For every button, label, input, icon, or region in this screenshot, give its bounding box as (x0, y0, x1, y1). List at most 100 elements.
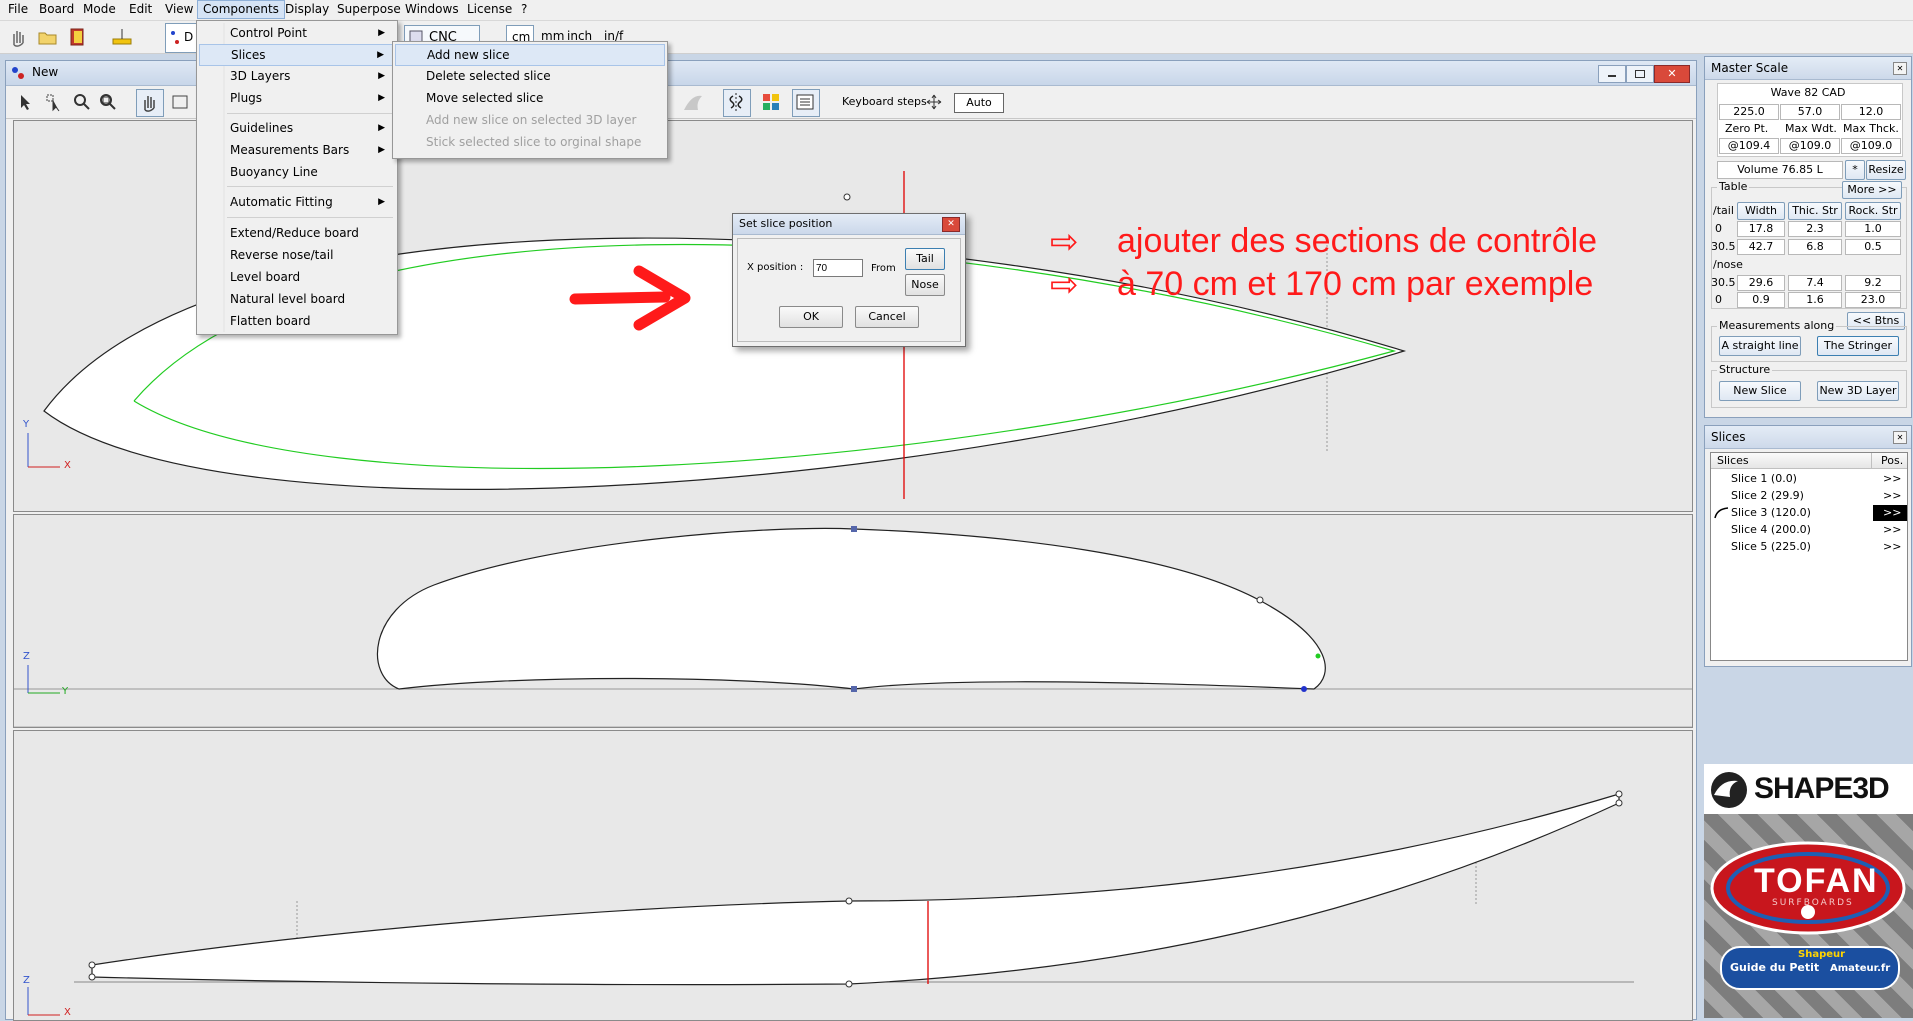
shape3d-text: SHAPE3D (1754, 772, 1890, 805)
volume-star-button[interactable]: * (1845, 160, 1865, 180)
slice-label: Slice 2 (29.9) (1731, 489, 1804, 502)
menu-mode[interactable]: Mode (78, 1, 121, 18)
menu-item-buoyancy-line[interactable]: Buoyancy Line (199, 162, 395, 182)
book-icon[interactable] (66, 25, 90, 49)
menu-view[interactable]: View (160, 1, 198, 18)
nose-row-thickness: 1.6 (1788, 292, 1842, 308)
slice-row-selected[interactable]: Slice 3 (120.0) >> (1711, 505, 1907, 521)
menu-item-guidelines[interactable]: Guidelines ▶ (199, 118, 395, 138)
slice-row[interactable]: Slice 1 (0.0) >> (1711, 471, 1907, 487)
menu-edit[interactable]: Edit (124, 1, 157, 18)
menu-item-delete-slice[interactable]: Delete selected slice (395, 66, 665, 86)
cancel-button[interactable]: Cancel (855, 306, 919, 328)
dialog-close-icon[interactable]: ✕ (942, 217, 960, 232)
col-pos-header[interactable]: Pos. (1881, 454, 1903, 467)
submenu-arrow-icon: ▶ (378, 197, 385, 207)
fin-2-icon[interactable] (682, 92, 704, 112)
open-folder-icon[interactable] (36, 25, 60, 49)
maximize-icon[interactable] (1626, 65, 1654, 83)
keyboard-steps-select[interactable]: Auto (954, 93, 1004, 113)
slice-view[interactable]: Z Y (13, 514, 1693, 728)
menu-item-extend-reduce[interactable]: Extend/Reduce board (199, 223, 395, 243)
slice-pos-button[interactable]: >> (1883, 489, 1901, 502)
x-position-label: X position : (747, 262, 804, 273)
submenu-arrow-icon: ▶ (377, 50, 384, 60)
stringer-button[interactable]: The Stringer (1817, 336, 1899, 356)
measure-icon[interactable] (110, 25, 134, 49)
shape3d-logo: SHAPE3D (1704, 764, 1913, 814)
slice-drawing (14, 526, 1692, 727)
menu-item-plugs[interactable]: Plugs ▶ (199, 88, 395, 108)
max-width-label: Max Wdt. (1785, 122, 1837, 135)
rotate-icon[interactable] (170, 92, 190, 112)
set-slice-position-dialog: Set slice position ✕ X position : From T… (732, 213, 966, 347)
tail-row-width: 42.7 (1737, 239, 1785, 255)
ok-button[interactable]: OK (779, 306, 843, 328)
slice-pos-button[interactable]: >> (1883, 540, 1901, 553)
width-value: 57.0 (1780, 104, 1840, 120)
col-slices-header[interactable]: Slices (1717, 454, 1749, 467)
menu-components[interactable]: Components (197, 0, 285, 19)
pointer-icon[interactable] (16, 92, 36, 112)
menu-item-add-new-slice[interactable]: Add new slice (395, 44, 665, 66)
menu-item-measurements-bars[interactable]: Measurements Bars ▶ (199, 140, 395, 160)
menu-item-slices[interactable]: Slices ▶ (199, 44, 395, 66)
zoom-region-icon[interactable] (98, 92, 118, 112)
color-grid-icon[interactable] (762, 93, 780, 111)
menu-display[interactable]: Display (280, 1, 334, 18)
slice-row[interactable]: Slice 5 (225.0) >> (1711, 539, 1907, 555)
menu-item-label: Measurements Bars (230, 143, 350, 157)
hand-icon[interactable] (6, 25, 30, 49)
rocker-header-button[interactable]: Rock. Str (1845, 202, 1901, 220)
x-position-input[interactable] (813, 259, 863, 277)
menu-item-move-slice[interactable]: Move selected slice (395, 88, 665, 108)
straight-line-button[interactable]: A straight line (1719, 336, 1801, 356)
slice-pos-button[interactable]: >> (1883, 472, 1901, 485)
keyboard-steps-label: Keyboard steps (842, 95, 927, 108)
menu-item-natural-level[interactable]: Natural level board (199, 289, 395, 309)
slice-symmetry-icon[interactable] (723, 89, 751, 117)
slice-row[interactable]: Slice 4 (200.0) >> (1711, 522, 1907, 538)
profile-view[interactable]: Z X (13, 730, 1693, 1021)
nose-row-width: 29.6 (1737, 275, 1785, 291)
panel-close-icon[interactable]: ✕ (1893, 62, 1907, 75)
menu-license[interactable]: License (462, 1, 517, 18)
zoom-icon[interactable] (72, 92, 92, 112)
menu-file[interactable]: File (3, 1, 33, 18)
slice-row[interactable]: Slice 2 (29.9) >> (1711, 488, 1907, 504)
resize-button[interactable]: Resize (1866, 160, 1906, 180)
slice-pos-button[interactable]: >> (1873, 505, 1907, 521)
menu-item-control-point[interactable]: Control Point ▶ (199, 23, 395, 43)
nose-button[interactable]: Nose (905, 274, 945, 296)
menu-item-label: Natural level board (230, 292, 346, 306)
new-3d-layer-button[interactable]: New 3D Layer (1817, 381, 1899, 401)
tofan-text: TOFAN (1754, 862, 1879, 900)
menu-item-flatten[interactable]: Flatten board (199, 311, 395, 331)
menu-superpose[interactable]: Superpose (332, 1, 406, 18)
panel-close-icon[interactable]: ✕ (1893, 431, 1907, 444)
menu-item-3d-layers[interactable]: 3D Layers ▶ (199, 66, 395, 86)
menu-item-automatic-fitting[interactable]: Automatic Fitting ▶ (199, 192, 395, 212)
board-name: Wave 82 CAD (1770, 86, 1846, 99)
menu-help[interactable]: ? (516, 1, 532, 18)
select-points-icon[interactable] (44, 92, 64, 112)
menu-windows[interactable]: Windows (400, 1, 464, 18)
menu-board[interactable]: Board (34, 1, 79, 18)
draw-mode-button[interactable]: D (165, 23, 197, 53)
minimize-icon[interactable] (1598, 65, 1626, 83)
slice-pos-button[interactable]: >> (1883, 523, 1901, 536)
components-menu: Control Point ▶ Slices ▶ 3D Layers ▶ Plugs ▶… (196, 20, 398, 335)
pan-hand-icon[interactable] (136, 89, 164, 117)
menu-item-level-board[interactable]: Level board (199, 267, 395, 287)
measurements-label: Measurements along (1717, 319, 1837, 332)
list-view-icon[interactable] (792, 89, 820, 117)
menu-item-add-slice-3d-layer: Add new slice on selected 3D layer (395, 110, 665, 130)
width-header-button[interactable]: Width (1737, 202, 1785, 220)
more-button[interactable]: More >> (1842, 181, 1902, 199)
menu-item-reverse[interactable]: Reverse nose/tail (199, 245, 395, 265)
menu-separator (227, 113, 393, 114)
thickness-header-button[interactable]: Thic. Str (1788, 202, 1842, 220)
tail-button[interactable]: Tail (905, 248, 945, 270)
new-slice-button[interactable]: New Slice (1719, 381, 1801, 401)
close-icon[interactable]: ✕ (1654, 65, 1690, 83)
